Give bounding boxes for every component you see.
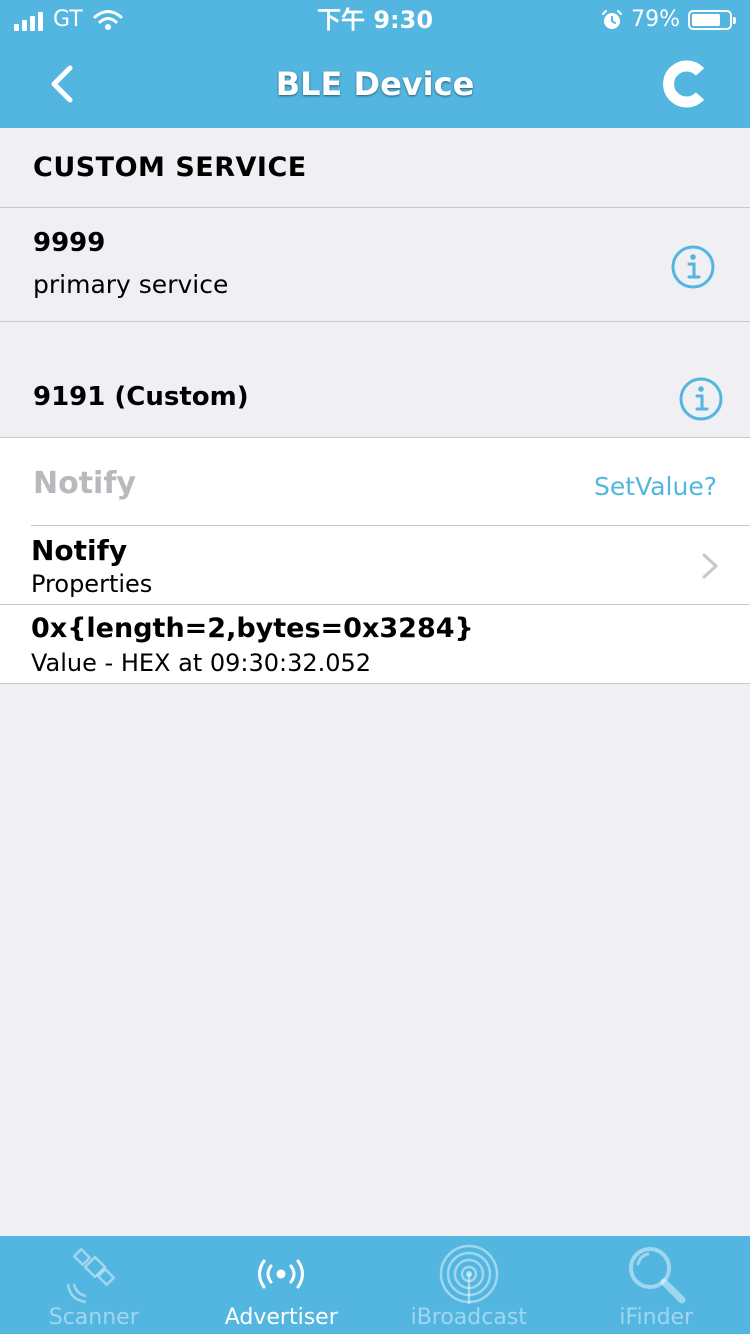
notify-header-label: Notify [33, 466, 136, 501]
tab-label: Advertiser [224, 1305, 338, 1330]
section-header-label: CUSTOM SERVICE [33, 152, 307, 183]
satellite-icon [66, 1247, 115, 1304]
characteristic-info-icon[interactable] [678, 376, 724, 422]
tab-ifinder[interactable]: iFinder [563, 1236, 750, 1334]
tab-label: Scanner [48, 1305, 139, 1330]
tab-advertiser[interactable]: Advertiser [188, 1236, 376, 1334]
set-value-button[interactable]: SetValue? [594, 472, 717, 501]
service-type: primary service [33, 270, 229, 299]
status-right: 79% [601, 6, 736, 34]
tab-bar: Scanner Advertiser iBroadcast iFinder [0, 1236, 750, 1334]
properties-row[interactable]: Notify Properties [0, 526, 750, 605]
properties-label: Properties [31, 570, 153, 598]
broadcast-icon [258, 1259, 305, 1289]
notify-header: Notify SetValue? [0, 438, 750, 526]
magnifier-icon [629, 1247, 686, 1304]
radar-icon [439, 1244, 498, 1304]
hex-value: 0x{length=2,bytes=0x3284} [31, 613, 474, 644]
refresh-icon[interactable] [662, 60, 710, 108]
tab-label: iBroadcast [410, 1305, 527, 1330]
tab-ibroadcast[interactable]: iBroadcast [375, 1236, 563, 1334]
hex-value-label: Value - HEX at 09:30:32.052 [31, 649, 372, 677]
tab-label: iFinder [619, 1305, 694, 1330]
properties-value: Notify [31, 534, 128, 567]
service-row[interactable]: 9999 primary service [0, 208, 750, 322]
value-row: 0x{length=2,bytes=0x3284} Value - HEX at… [0, 605, 750, 684]
characteristic-row[interactable]: 9191 (Custom) [0, 322, 750, 438]
service-uuid: 9999 [33, 228, 106, 258]
status-bar: GT 下午 9:30 79% [0, 0, 750, 40]
tab-scanner[interactable]: Scanner [0, 1236, 188, 1334]
service-info-icon[interactable] [670, 244, 716, 290]
screen: GT 下午 9:30 79% BLE Device CUSTOM SERVICE… [0, 0, 750, 1334]
page-title: BLE Device [275, 65, 475, 103]
chevron-right-icon [702, 553, 718, 579]
characteristic-detail: Notify SetValue? Notify Properties 0x{le… [0, 438, 750, 684]
top-bar: GT 下午 9:30 79% BLE Device [0, 0, 750, 128]
section-header: CUSTOM SERVICE [0, 128, 750, 208]
nav-bar: BLE Device [0, 40, 750, 128]
battery-percent: 79% [631, 7, 680, 32]
alarm-clock-icon [602, 10, 623, 29]
battery-icon [688, 10, 736, 30]
characteristic-uuid: 9191 (Custom) [33, 382, 249, 412]
